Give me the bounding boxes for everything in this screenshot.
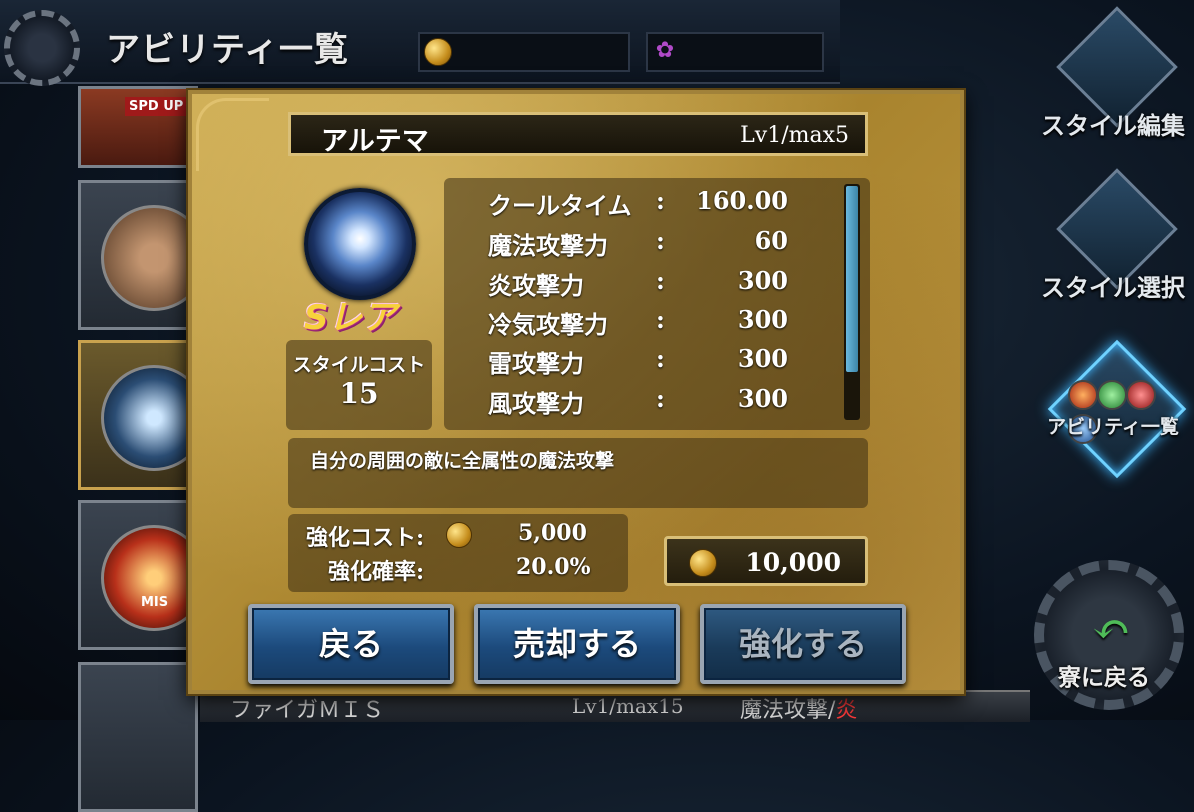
header-bar: アビリティ一覧 ✿ bbox=[0, 0, 840, 86]
ability-card-selected[interactable] bbox=[78, 340, 207, 490]
stat-row: 冷気攻撃力 : 300 bbox=[488, 305, 788, 339]
list-ability-level: Lv1/max15 bbox=[572, 694, 684, 718]
style-cost-label: スタイルコスト bbox=[292, 354, 426, 376]
gil-display bbox=[418, 32, 630, 72]
upgrade-info-box: 強化コスト: 5,000 強化確率: 20.0% bbox=[288, 514, 628, 592]
card-badge: SPD UP bbox=[125, 97, 188, 116]
stat-label: 冷気攻撃力 bbox=[488, 310, 608, 339]
sell-button[interactable]: 売却する bbox=[474, 604, 680, 684]
list-ability-type: 魔法攻撃/炎 bbox=[740, 698, 858, 723]
gear-icon bbox=[4, 10, 80, 86]
back-button[interactable]: 戻る bbox=[248, 604, 454, 684]
stat-row: クールタイム : 160.00 bbox=[488, 186, 788, 220]
style-edit-label: スタイル編集 bbox=[1041, 111, 1185, 140]
ultima-orb-icon bbox=[304, 188, 416, 300]
stat-value: 60 bbox=[754, 226, 788, 255]
stat-label: 雷攻撃力 bbox=[488, 349, 584, 378]
stat-value: 300 bbox=[737, 305, 788, 334]
gil-coin-icon bbox=[424, 38, 452, 66]
corner-ornament bbox=[196, 98, 269, 171]
style-select-label: スタイル選択 bbox=[1041, 273, 1185, 302]
stat-row: 風攻撃力 : 300 bbox=[488, 384, 788, 418]
scrollbar-thumb[interactable] bbox=[846, 186, 858, 372]
list-row-footer[interactable]: ファイガＭＩＳ Lv1/max15 魔法攻撃/炎 bbox=[200, 690, 1030, 723]
gil-coin-icon bbox=[446, 522, 472, 548]
ability-name-bar: アルテマ Lv1/max5 bbox=[288, 112, 868, 157]
ability-list-background: SPD UP MIS bbox=[78, 86, 207, 812]
stat-row: 炎攻撃力 : 300 bbox=[488, 266, 788, 300]
stats-panel[interactable]: クールタイム : 160.00 魔法攻撃力 : 60 炎攻撃力 : 300 冷気… bbox=[444, 178, 870, 430]
card-badge: MIS bbox=[141, 595, 169, 610]
style-select-button[interactable]: スタイル選択 bbox=[1038, 168, 1188, 320]
gil-coin-icon bbox=[689, 549, 717, 577]
stat-value: 300 bbox=[737, 266, 788, 295]
gem-icon: ✿ bbox=[655, 38, 675, 63]
back-to-dorm-button[interactable]: ↶ 寮に戻る bbox=[1014, 540, 1194, 720]
stat-row: 雷攻撃力 : 300 bbox=[488, 344, 788, 378]
style-cost-box: スタイルコスト 15 bbox=[286, 340, 432, 430]
ability-card[interactable]: SPD UP bbox=[78, 86, 198, 168]
upgrade-rate-value: 20.0% bbox=[516, 554, 591, 580]
stat-row: 魔法攻撃力 : 60 bbox=[488, 226, 788, 260]
rarity-badge: Sレア bbox=[304, 298, 397, 338]
style-edit-button[interactable]: スタイル編集 bbox=[1038, 6, 1188, 158]
stat-label: 風攻撃力 bbox=[488, 389, 584, 418]
stat-value: 160.00 bbox=[696, 186, 788, 215]
ability-detail-dialog: アルテマ Lv1/max5 Sレア スタイルコスト 15 クールタイム : 16… bbox=[188, 90, 964, 694]
ability-list-button[interactable]: アビリティ一覧 bbox=[1038, 339, 1188, 500]
return-arrow-icon: ↶ bbox=[1092, 602, 1131, 656]
upgrade-cost-label: 強化コスト: bbox=[306, 525, 425, 551]
upgrade-button[interactable]: 強化する bbox=[700, 604, 906, 684]
page-title: アビリティ一覧 bbox=[106, 30, 349, 70]
ability-description: 自分の周囲の敵に全属性の魔法攻撃 bbox=[310, 450, 615, 472]
owned-gil-value: 10,000 bbox=[745, 548, 841, 577]
stat-label: 炎攻撃力 bbox=[488, 271, 584, 300]
upgrade-cost-value: 5,000 bbox=[518, 520, 587, 546]
ability-card[interactable]: MIS bbox=[78, 500, 207, 650]
upgrade-rate-label: 強化確率: bbox=[328, 559, 425, 585]
ability-name: アルテマ bbox=[321, 126, 429, 157]
ability-level: Lv1/max5 bbox=[740, 123, 849, 148]
orbs-icon bbox=[1068, 380, 1168, 444]
stat-label: クールタイム bbox=[488, 191, 632, 220]
list-ability-name: ファイガＭＩＳ bbox=[230, 698, 385, 723]
description-box: 自分の周囲の敵に全属性の魔法攻撃 bbox=[288, 438, 868, 508]
ability-card[interactable] bbox=[78, 662, 198, 812]
back-to-dorm-label: 寮に戻る bbox=[1058, 664, 1150, 691]
stat-value: 300 bbox=[737, 344, 788, 373]
ability-card[interactable] bbox=[78, 180, 207, 330]
gem-display: ✿ bbox=[646, 32, 824, 72]
owned-gil-box: 10,000 bbox=[664, 536, 868, 586]
ability-list-label: アビリティ一覧 bbox=[1047, 416, 1179, 438]
style-cost-value: 15 bbox=[339, 377, 379, 410]
stat-value: 300 bbox=[737, 384, 788, 413]
stats-scrollbar[interactable] bbox=[844, 184, 860, 420]
stat-label: 魔法攻撃力 bbox=[488, 231, 608, 260]
